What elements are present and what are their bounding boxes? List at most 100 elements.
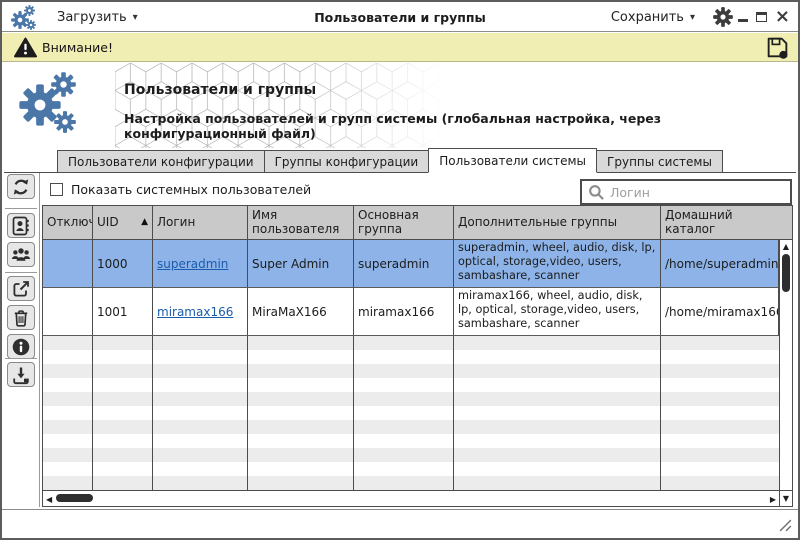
column-header-primary-group[interactable]: Основная группа <box>354 206 454 239</box>
close-icon[interactable]: × <box>775 8 790 26</box>
export-icon <box>11 279 31 299</box>
user-login-link[interactable]: miramax166 <box>157 305 233 319</box>
save-config-floppy-icon[interactable] <box>765 35 790 60</box>
minimize-icon[interactable] <box>738 19 748 22</box>
download-icon <box>11 365 31 385</box>
column-header-username[interactable]: Имя пользователя <box>248 206 354 239</box>
scroll-down-icon[interactable]: ▼ <box>779 490 792 506</box>
system-users-table: Отключ UID ▲ Логин Имя пользователя Осно… <box>42 205 793 507</box>
warning-bar: Внимание! <box>2 33 798 62</box>
delete-button[interactable] <box>7 305 35 330</box>
empty-rows-area <box>43 336 779 490</box>
user-card-button[interactable] <box>7 213 35 238</box>
column-label: Дополнительные группы <box>458 216 617 230</box>
settings-gear-icon[interactable] <box>712 6 734 28</box>
column-header-login[interactable]: Логин <box>153 206 248 239</box>
cell-home-dir: /home/miramax166 <box>661 288 779 335</box>
column-gridline <box>353 336 354 490</box>
horizontal-scroll-thumb[interactable] <box>56 494 93 502</box>
cell-primary-group: superadmin <box>354 240 454 287</box>
search-input[interactable] <box>610 185 790 200</box>
load-menu-label: Загрузить <box>57 10 127 25</box>
cell-login: superadmin <box>153 240 248 287</box>
chevron-down-icon: ▾ <box>133 12 138 23</box>
window-controls: × <box>738 2 790 32</box>
resize-grip-icon[interactable] <box>778 518 793 533</box>
column-header-uid[interactable]: UID ▲ <box>93 206 153 239</box>
search-icon <box>588 184 605 201</box>
users-group-button[interactable] <box>7 242 35 267</box>
cell-additional-groups: miramax166, wheel, audio, disk, lp, opti… <box>454 288 661 335</box>
toolbar-divider <box>39 173 40 507</box>
tab-label: Группы системы <box>607 155 712 169</box>
show-system-users-label: Показать системных пользователей <box>71 179 311 199</box>
trash-icon <box>11 308 31 328</box>
scroll-up-icon[interactable]: ▲ <box>780 242 792 251</box>
toolbar-separator <box>5 208 37 209</box>
warning-triangle-icon <box>14 37 37 58</box>
column-label: Имя пользователя <box>252 209 349 237</box>
scroll-left-icon[interactable]: ◀ <box>46 492 52 506</box>
tab-config-users[interactable]: Пользователи конфигурации <box>57 150 265 173</box>
toolbar-separator <box>5 358 37 359</box>
sort-ascending-icon: ▲ <box>137 217 148 227</box>
cell-uid: 1001 <box>93 288 153 335</box>
vertical-scrollbar[interactable]: ▲ <box>779 240 792 490</box>
column-label: Основная группа <box>358 209 449 237</box>
tab-config-groups[interactable]: Группы конфигурации <box>264 150 430 173</box>
cell-username: Super Admin <box>248 240 354 287</box>
cell-disabled <box>43 240 93 287</box>
page-title: Пользователи и группы <box>124 82 316 98</box>
cell-login: miramax166 <box>153 288 248 335</box>
page-subtitle: Настройка пользователей и групп системы … <box>124 111 798 141</box>
restore-window-icon[interactable] <box>756 12 767 22</box>
login-search-box <box>580 179 792 205</box>
info-icon <box>11 337 31 357</box>
table-row-superadmin[interactable]: 1000 superadmin Super Admin superadmin s… <box>43 240 779 288</box>
user-login-link[interactable]: superadmin <box>157 257 228 271</box>
column-gridline <box>247 336 248 490</box>
tab-bar: Пользователи конфигурации Группы конфигу… <box>57 150 722 173</box>
status-bar <box>2 510 798 538</box>
horizontal-scrollbar[interactable]: ◀ ▶ <box>43 490 779 506</box>
tab-label: Пользователи системы <box>439 154 586 168</box>
show-system-users-checkbox[interactable] <box>50 183 63 196</box>
tab-label: Пользователи конфигурации <box>68 155 254 169</box>
column-gridline <box>660 336 661 490</box>
chevron-down-icon: ▾ <box>690 12 695 23</box>
cell-disabled <box>43 288 93 335</box>
cell-uid: 1000 <box>93 240 153 287</box>
app-window: Загрузить ▾ Пользователи и группы Сохран… <box>0 0 800 540</box>
save-menu-label: Сохранить <box>611 10 684 25</box>
column-header-additional-groups[interactable]: Дополнительные группы <box>454 206 661 239</box>
column-label: Отключ <box>47 216 93 230</box>
download-button[interactable] <box>7 362 35 387</box>
cell-additional-groups: superadmin, wheel, audio, disk, lp, opti… <box>454 240 661 287</box>
scroll-right-icon[interactable]: ▶ <box>770 492 776 506</box>
load-menu-button[interactable]: Загрузить ▾ <box>57 2 138 32</box>
vertical-scroll-thumb[interactable] <box>782 254 790 292</box>
cell-home-dir: /home/superadmin <box>661 240 779 287</box>
title-bar: Загрузить ▾ Пользователи и группы Сохран… <box>2 2 798 32</box>
info-button[interactable] <box>7 334 35 359</box>
users-groups-gears-logo <box>19 71 79 135</box>
column-gridline <box>453 336 454 490</box>
save-menu-button[interactable]: Сохранить ▾ <box>611 2 695 32</box>
refresh-button[interactable] <box>7 174 35 199</box>
column-header-home-dir[interactable]: Домашний каталог <box>661 206 779 239</box>
column-gridline <box>92 336 93 490</box>
page-header: Пользователи и группы Настройка пользова… <box>2 62 798 149</box>
column-gridline <box>152 336 153 490</box>
column-label: UID <box>97 216 119 230</box>
app-logo-gears-icon <box>11 4 39 31</box>
column-header-disabled[interactable]: Отключ <box>43 206 93 239</box>
cell-username: MiraMaX166 <box>248 288 354 335</box>
tab-system-users[interactable]: Пользователи системы <box>428 148 597 173</box>
toolbar-separator <box>5 272 37 273</box>
cell-primary-group: miramax166 <box>354 288 454 335</box>
export-button[interactable] <box>7 276 35 301</box>
table-row-miramax166[interactable]: 1001 miramax166 MiraMaX166 miramax166 mi… <box>43 288 779 336</box>
refresh-icon <box>11 177 31 197</box>
tab-system-groups[interactable]: Группы системы <box>596 150 723 173</box>
warning-text: Внимание! <box>42 33 113 61</box>
